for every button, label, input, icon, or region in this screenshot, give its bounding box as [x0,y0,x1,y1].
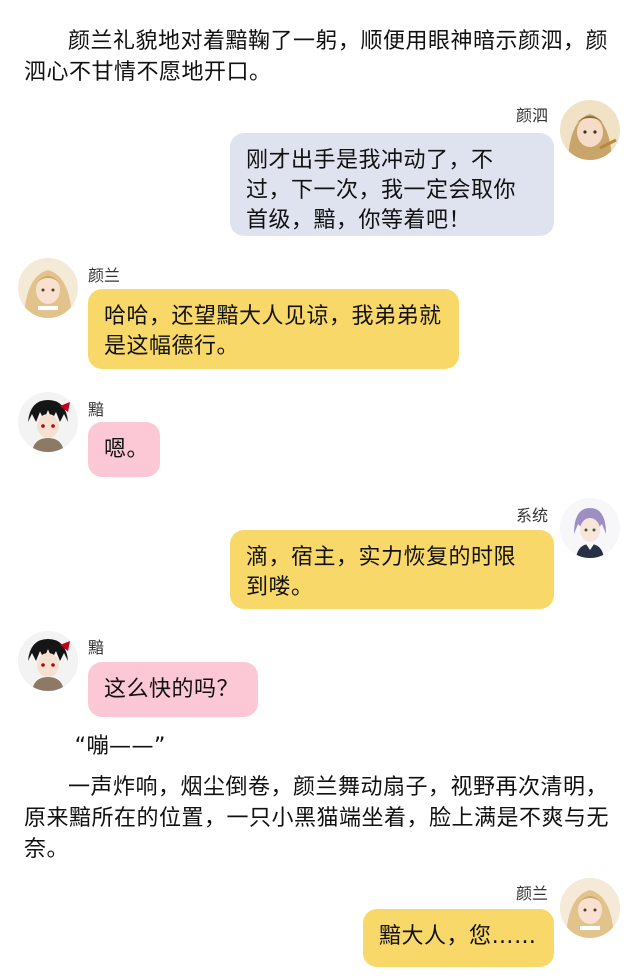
narration-paragraph: 颜兰礼貌地对着黯鞠了一躬，顺便用眼神暗示颜泗，颜泗心不甘情不愿地开口。 [24,29,609,85]
yanlan-avatar[interactable] [18,258,78,318]
message-bubble: 黯大人，您…… [363,909,554,967]
message-bubble: 这么快的吗？ [88,662,258,717]
speaker-name: 颜兰 [515,884,548,903]
message-bubble: 嗯。 [88,422,160,477]
an-avatar[interactable] [18,631,78,691]
speaker-name: 黯 [88,638,105,657]
yansi-avatar[interactable] [560,100,620,160]
speaker-name: 颜兰 [88,266,121,285]
speaker-name: 系统 [515,506,548,525]
message-bubble: 滴，宿主，实力恢复的时限到喽。 [230,530,554,609]
yanlan-avatar[interactable] [560,878,620,938]
system-avatar[interactable] [560,498,620,558]
an-avatar[interactable] [18,392,78,452]
speaker-name: 颜泗 [515,106,548,125]
narration-sound: “嘣——” [74,734,166,759]
message-bubble: 刚才出手是我冲动了，不过，下一次，我一定会取你首级，黯，你等着吧！ [230,133,554,236]
speaker-name: 黯 [88,400,105,419]
message-bubble: 哈哈，还望黯大人见谅，我弟弟就是这幅德行。 [88,289,459,369]
narration-paragraph: 一声炸响，烟尘倒卷，颜兰舞动扇子，视野再次清明，原来黯所在的位置，一只小黑猫端坐… [24,775,610,862]
